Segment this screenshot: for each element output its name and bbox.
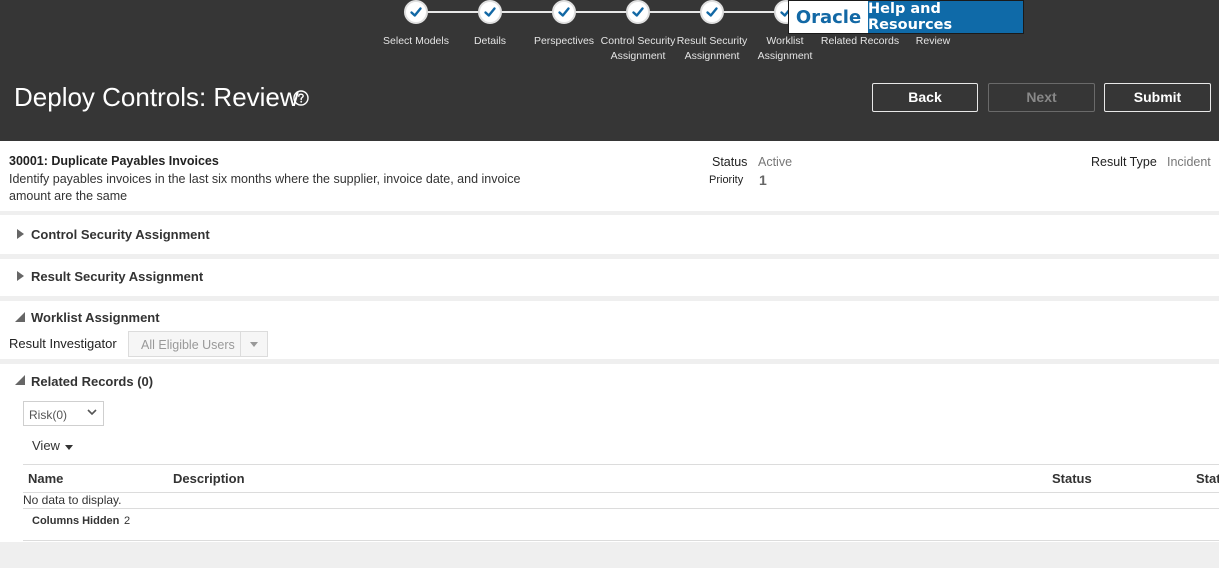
train-connector bbox=[650, 11, 700, 13]
dropdown-arrow-icon bbox=[250, 342, 258, 347]
result-type-label: Result Type bbox=[1091, 155, 1157, 169]
columns-hidden-label: Columns Hidden bbox=[32, 515, 120, 527]
train-label-worklist: Worklist Assignment bbox=[757, 35, 813, 62]
train-label-review: Review bbox=[915, 35, 951, 47]
result-type-value: Incident bbox=[1167, 155, 1211, 169]
train-connector bbox=[502, 11, 552, 13]
oracle-help-banner[interactable]: Oracle Help and Resources bbox=[788, 0, 1024, 34]
train-step-select-models[interactable] bbox=[404, 0, 428, 24]
control-summary: 30001: Duplicate Payables Invoices Ident… bbox=[0, 141, 1219, 211]
train-step-control-security[interactable] bbox=[626, 0, 650, 24]
status-label: Status bbox=[712, 155, 748, 169]
collapse-icon[interactable] bbox=[15, 312, 25, 322]
result-investigator-value: All Eligible Users bbox=[141, 338, 235, 352]
result-security-section[interactable]: Result Security Assignment bbox=[0, 259, 1219, 296]
section-title-control-security: Control Security Assignment bbox=[31, 227, 210, 242]
record-type-value: Risk(0) bbox=[29, 408, 67, 422]
column-header-name[interactable]: Name bbox=[28, 471, 63, 486]
priority-label: Priority bbox=[709, 174, 744, 186]
section-title-result-security: Result Security Assignment bbox=[31, 269, 204, 284]
related-records-section: Related Records (0) bbox=[0, 364, 1219, 542]
view-menu[interactable]: View bbox=[32, 438, 60, 453]
help-resources-label: Help and Resources bbox=[868, 1, 1023, 33]
header-row-border bbox=[23, 492, 1219, 493]
column-header-stat[interactable]: Stat bbox=[1196, 471, 1219, 486]
expand-icon bbox=[17, 229, 24, 239]
checkmark-icon bbox=[558, 7, 570, 17]
oracle-logo: Oracle bbox=[789, 1, 868, 33]
train-step-result-security[interactable] bbox=[700, 0, 724, 24]
column-header-status[interactable]: Status bbox=[1052, 471, 1092, 486]
train-connector bbox=[428, 11, 478, 13]
train-connector bbox=[576, 11, 626, 13]
status-value: Active bbox=[758, 155, 793, 169]
result-investigator-select[interactable]: All Eligible Users bbox=[128, 331, 268, 357]
record-type-select[interactable]: Risk(0) bbox=[23, 401, 104, 426]
empty-table-message: No data to display. bbox=[23, 493, 122, 507]
train-connector bbox=[724, 11, 774, 13]
result-investigator-label: Result Investigator bbox=[9, 336, 117, 351]
checkmark-icon bbox=[484, 7, 496, 17]
section-title-worklist[interactable]: Worklist Assignment bbox=[31, 310, 160, 325]
control-security-section[interactable]: Control Security Assignment bbox=[0, 215, 1219, 254]
view-menu-arrow-icon[interactable] bbox=[65, 445, 73, 450]
collapse-icon[interactable] bbox=[15, 375, 25, 385]
back-button[interactable]: Back bbox=[872, 83, 978, 112]
table-bottom-border bbox=[23, 540, 1219, 541]
select-divider bbox=[240, 332, 241, 356]
page-header: Select Models Details Perspectives Contr… bbox=[0, 0, 1219, 141]
priority-value: 1 bbox=[759, 172, 767, 188]
checkmark-icon bbox=[632, 7, 644, 17]
train-step-details[interactable] bbox=[478, 0, 502, 24]
page-title: Deploy Controls: Review bbox=[14, 82, 299, 112]
submit-button[interactable]: Submit bbox=[1104, 83, 1211, 112]
control-title: 30001: Duplicate Payables Invoices bbox=[9, 154, 219, 168]
columns-hidden-count: 2 bbox=[124, 515, 131, 527]
section-title-related-records[interactable]: Related Records (0) bbox=[31, 374, 153, 389]
chevron-down-icon bbox=[87, 409, 97, 416]
checkmark-icon bbox=[706, 7, 718, 17]
checkmark-icon bbox=[410, 7, 422, 17]
train-step-perspectives[interactable] bbox=[552, 0, 576, 24]
next-button[interactable]: Next bbox=[988, 83, 1095, 112]
table-top-border bbox=[23, 464, 1219, 465]
expand-icon bbox=[17, 271, 24, 281]
column-header-description[interactable]: Description bbox=[173, 471, 245, 486]
help-icon[interactable] bbox=[293, 90, 309, 106]
control-description: Identify payables invoices in the last s… bbox=[9, 172, 521, 203]
table-body-border bbox=[23, 508, 1219, 509]
